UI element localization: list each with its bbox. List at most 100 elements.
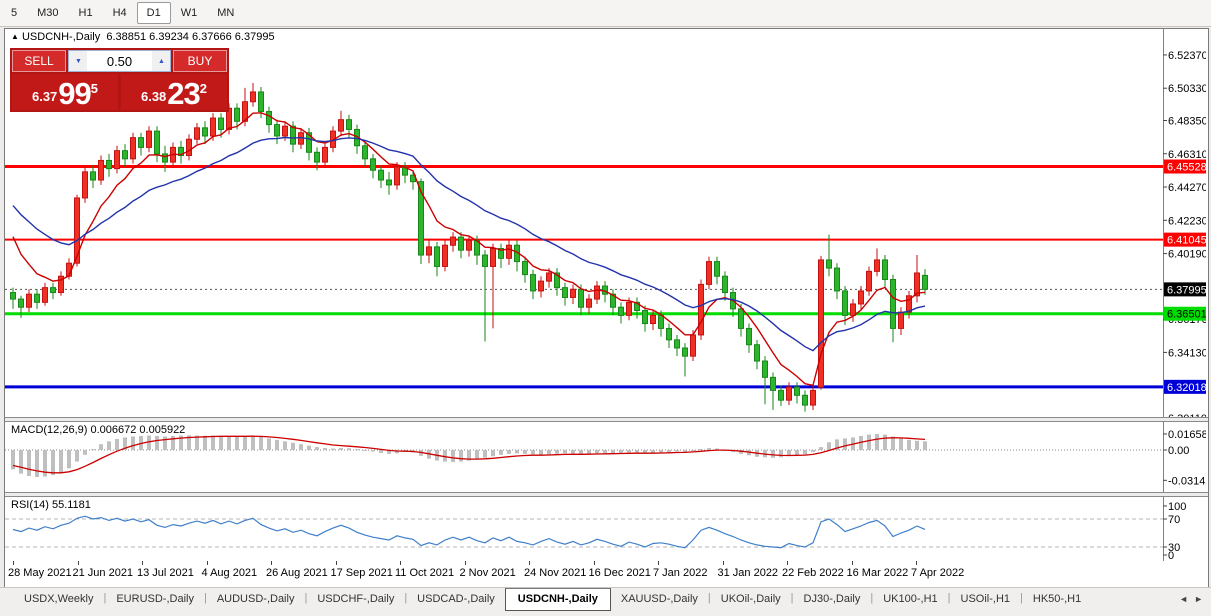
rsi-axis-label: 0	[1168, 550, 1174, 561]
candle-body	[35, 294, 40, 302]
tab-scroll-left-icon[interactable]: ◄	[1179, 594, 1188, 604]
timeframe-button-d1[interactable]: D1	[137, 2, 171, 24]
lot-decrease-button[interactable]: ▼	[69, 51, 87, 71]
price-tag-text: 6.36501	[1167, 309, 1206, 321]
timeframe-button-h4[interactable]: H4	[103, 2, 137, 24]
candle-body	[859, 291, 864, 304]
candle-body	[547, 273, 552, 281]
macd-bar	[227, 436, 231, 450]
macd-bar	[35, 450, 39, 477]
candle-body	[459, 237, 464, 250]
symbol-tab-audusd-daily[interactable]: AUDUSD-,Daily	[207, 588, 305, 609]
buy-price-box[interactable]: 6.38232	[121, 74, 227, 110]
macd-bar	[539, 450, 543, 455]
macd-bar	[59, 450, 63, 473]
symbol-tab-xauusd-daily[interactable]: XAUUSD-,Daily	[611, 588, 708, 609]
macd-bar	[699, 449, 703, 450]
tab-scroll-right-icon[interactable]: ►	[1194, 594, 1203, 604]
candle-body	[451, 237, 456, 245]
candle-body	[195, 128, 200, 139]
candle-body	[867, 271, 872, 291]
rsi-value: 55.1181	[52, 499, 91, 511]
macd-pane[interactable]: 0.0165860.00-0.031421 MACD(12,26,9) 0.00…	[5, 422, 1208, 492]
date-label: 28 May 2021	[8, 567, 72, 579]
buy-button[interactable]: BUY	[173, 50, 227, 72]
rsi-pane[interactable]: 10070300 RSI(14) 55.1181	[5, 497, 1208, 561]
candle-body	[675, 340, 680, 348]
symbol-tab-usdcad-daily[interactable]: USDCAD-,Daily	[407, 588, 505, 609]
candle-body	[435, 247, 440, 267]
macd-bar	[707, 448, 711, 450]
date-tick	[142, 561, 143, 565]
timeframe-button-h1[interactable]: H1	[69, 2, 103, 24]
candle-body	[747, 328, 752, 344]
macd-bar	[283, 441, 287, 450]
candle-body	[755, 345, 760, 361]
candle-body	[579, 289, 584, 307]
candle-body	[683, 348, 688, 356]
macd-bar	[307, 446, 311, 450]
collapse-panel-icon[interactable]: ▲	[11, 32, 19, 41]
candle-body	[595, 286, 600, 299]
candle-body	[99, 160, 104, 180]
symbol-tab-hk50-h1[interactable]: HK50-,H1	[1023, 588, 1091, 609]
candle-body	[51, 288, 56, 293]
timeframe-button-5[interactable]: 5	[1, 2, 27, 24]
candle-body	[651, 315, 656, 323]
symbol-tab-uk100-h1[interactable]: UK100-,H1	[873, 588, 947, 609]
date-axis[interactable]: 28 May 202121 Jun 202113 Jul 20214 Aug 2…	[5, 561, 1208, 587]
macd-bar	[347, 448, 351, 450]
macd-bar	[651, 450, 655, 453]
candle-body	[163, 154, 168, 162]
candle-body	[259, 92, 264, 112]
candle-body	[843, 291, 848, 315]
macd-bar	[355, 449, 359, 450]
timeframe-toolbar: 5M30H1H4D1W1MN	[0, 0, 1211, 27]
macd-bar	[507, 450, 511, 454]
candle-body	[467, 240, 472, 250]
candle-body	[899, 312, 904, 328]
price-axis-label: 6.44270	[1168, 182, 1206, 194]
candle-body	[763, 361, 768, 377]
macd-bar	[691, 450, 695, 451]
sell-price-box[interactable]: 6.37995	[12, 74, 118, 110]
candle-body	[819, 260, 824, 387]
macd-bar	[27, 450, 31, 476]
candle-body	[251, 92, 256, 102]
chart-title-ohlc: 6.38851 6.39234 6.37666 6.37995	[106, 31, 274, 43]
date-label: 31 Jan 2022	[718, 567, 779, 579]
lot-size-input[interactable]	[87, 51, 152, 71]
price-pane[interactable]: 6.523706.503306.483506.463106.442706.422…	[5, 29, 1208, 417]
symbol-tab-eurusd-daily[interactable]: EURUSD-,Daily	[106, 588, 204, 609]
macd-bar	[331, 449, 335, 450]
symbol-tab-ukoil-daily[interactable]: UKOil-,Daily	[711, 588, 791, 609]
macd-bar	[339, 448, 343, 450]
candle-body	[275, 125, 280, 136]
sell-button[interactable]: SELL	[12, 50, 66, 72]
symbol-tab-usdx-weekly[interactable]: USDX,Weekly	[14, 588, 103, 609]
symbol-tab-usoil-h1[interactable]: USOil-,H1	[951, 588, 1021, 609]
candle-body	[43, 288, 48, 303]
candle-body	[203, 128, 208, 136]
macd-bar	[291, 443, 295, 450]
symbol-tab-usdchf-daily[interactable]: USDCHF-,Daily	[307, 588, 404, 609]
candle-body	[27, 294, 32, 307]
candle-body	[723, 276, 728, 292]
macd-name: MACD(12,26,9)	[11, 424, 87, 436]
price-axis-label: 6.50330	[1168, 83, 1206, 95]
timeframe-button-m30[interactable]: M30	[27, 2, 68, 24]
macd-bar	[627, 450, 631, 452]
timeframe-button-w1[interactable]: W1	[171, 2, 208, 24]
macd-bar	[491, 450, 495, 456]
date-tick	[916, 561, 917, 565]
date-label: 4 Aug 2021	[202, 567, 258, 579]
macd-bar	[163, 436, 167, 450]
timeframe-button-mn[interactable]: MN	[207, 2, 244, 24]
candle-body	[443, 245, 448, 266]
symbol-tab-usdcnh-daily[interactable]: USDCNH-,Daily	[505, 588, 611, 611]
symbol-tab-dj30-daily[interactable]: DJ30-,Daily	[794, 588, 871, 609]
date-tick	[787, 561, 788, 565]
lot-increase-button[interactable]: ▲	[152, 51, 170, 71]
macd-bar	[75, 450, 79, 462]
macd-bar	[475, 450, 479, 459]
